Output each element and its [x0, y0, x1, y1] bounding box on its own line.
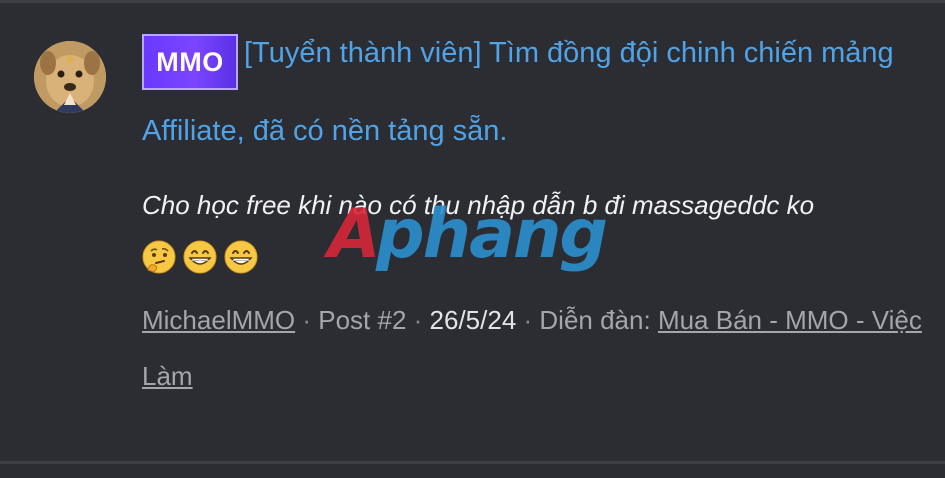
- prefix-badge[interactable]: MMO: [142, 34, 238, 90]
- dog-avatar-icon: [34, 41, 106, 113]
- thinking-face-emoji-icon: [142, 240, 176, 274]
- forum-label: Diễn đàn:: [539, 305, 651, 335]
- avatar[interactable]: [34, 41, 106, 113]
- thread-title-line: MMO [Tuyển thành viên] Tìm đồng đội chinh…: [142, 14, 932, 170]
- grinning-face-emoji-icon: [183, 240, 217, 274]
- grinning-face-emoji-icon: [224, 240, 258, 274]
- thread-item: MMO [Tuyển thành viên] Tìm đồng đội chinh…: [142, 34, 932, 404]
- meta-separator: ·: [406, 305, 430, 335]
- post-date: 26/5/24: [429, 305, 517, 335]
- author-link[interactable]: MichaelMMO: [142, 305, 295, 335]
- post-snippet: Cho học free khi nào có thu nhập dẫn b đ…: [142, 190, 815, 220]
- emoji-row: [142, 240, 932, 276]
- meta-separator: ·: [516, 305, 540, 335]
- bottom-divider: [0, 461, 945, 464]
- meta-separator: ·: [295, 305, 319, 335]
- thread-title-link[interactable]: [Tuyển thành viên] Tìm đồng đội chinh ch…: [142, 37, 894, 147]
- thread-meta: MichaelMMO · Post #2 · 26/5/24 · Diễn đà…: [142, 292, 932, 404]
- post-number: Post #2: [318, 305, 407, 335]
- top-divider: [0, 0, 945, 3]
